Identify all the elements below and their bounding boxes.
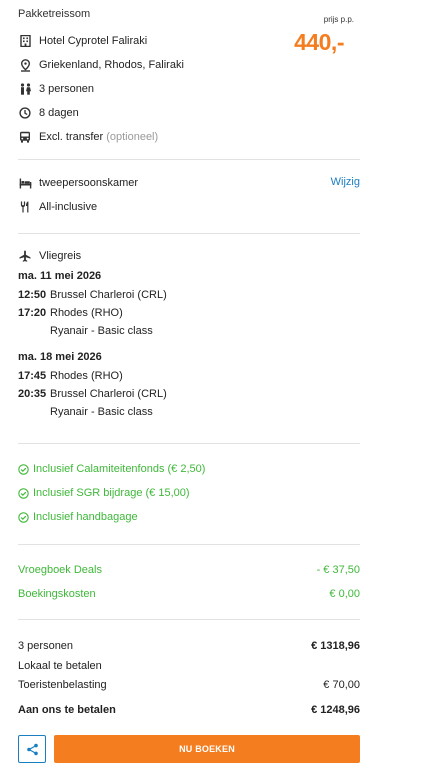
return-departure-time: 17:45	[18, 370, 47, 382]
transfer-row: Excl. transfer (optioneel)	[18, 130, 158, 144]
booking-fee-row: Boekingskosten € 0,00	[18, 588, 360, 600]
return-arrival-time: 20:35	[18, 388, 47, 400]
inclusion-text: Inclusief handbagage	[33, 511, 138, 523]
return-arrival: 20:35 Brussel Charleroi (CRL)	[18, 388, 167, 400]
outbound-arrival-time: 17:20	[18, 307, 47, 319]
location-row: Griekenland, Rhodos, Faliraki	[18, 58, 184, 72]
inclusion-text: Inclusief SGR bijdrage (€ 15,00)	[33, 487, 190, 499]
cutlery-icon	[18, 200, 32, 214]
clock-icon	[18, 106, 32, 120]
outbound-departure-time: 12:50	[18, 289, 47, 301]
package-title: Pakketreissom	[18, 8, 91, 20]
outbound-carrier: Ryanair - Basic class	[50, 325, 153, 337]
price-value: 440,-	[294, 29, 344, 55]
local-pay-label: Lokaal te betalen	[18, 660, 102, 672]
share-icon	[26, 743, 39, 756]
tourist-tax-label: Toeristenbelasting	[18, 679, 107, 691]
outbound-arrival-airport: Rhodes (RHO)	[50, 307, 123, 319]
discount-value: - € 37,50	[316, 564, 360, 576]
persons-count: 3 personen	[39, 83, 95, 95]
divider	[18, 443, 360, 444]
persons-total-value: € 1318,96	[311, 640, 360, 652]
airplane-icon	[18, 249, 32, 263]
persons-total-row: 3 personen € 1318,96	[18, 640, 360, 652]
price-per-person-label: prijs p.p.	[323, 15, 354, 24]
hotel-name: Hotel Cyprotel Faliraki	[39, 35, 148, 47]
check-circle-icon	[18, 511, 29, 523]
hotel-row: Hotel Cyprotel Faliraki	[18, 34, 147, 48]
change-room-link[interactable]: Wijzig	[331, 176, 360, 188]
pay-to-us-label: Aan ons te betalen	[18, 704, 116, 716]
pay-to-us-row: Aan ons te betalen € 1248,96	[18, 704, 360, 716]
return-date: ma. 18 mei 2026	[18, 351, 102, 363]
tourist-tax-value: € 70,00	[323, 679, 360, 691]
flight-title-row: Vliegreis	[18, 249, 81, 263]
return-carrier: Ryanair - Basic class	[50, 406, 153, 418]
outbound-departure: 12:50 Brussel Charleroi (CRL)	[18, 289, 167, 301]
board-type: All-inclusive	[39, 201, 98, 213]
room-row: tweepersoonskamer	[18, 176, 138, 190]
transfer-optional: (optioneel)	[106, 131, 159, 143]
inclusion-text: Inclusief Calamiteitenfonds (€ 2,50)	[33, 463, 206, 475]
check-circle-icon	[18, 487, 29, 499]
outbound-date: ma. 11 mei 2026	[18, 270, 102, 282]
discount-row: Vroegboek Deals - € 37,50	[18, 564, 360, 576]
inclusion-item: Inclusief SGR bijdrage (€ 15,00)	[18, 487, 190, 499]
inclusion-item: Inclusief handbagage	[18, 511, 138, 523]
booking-fee-value: € 0,00	[329, 588, 360, 600]
local-pay-row: Lokaal te betalen	[18, 660, 360, 672]
location-pin-icon	[18, 58, 32, 72]
share-button[interactable]	[18, 735, 46, 763]
return-arrival-airport: Brussel Charleroi (CRL)	[50, 388, 167, 400]
transfer-text: Excl. transfer	[39, 131, 104, 143]
discount-label: Vroegboek Deals	[18, 564, 102, 576]
people-icon	[18, 82, 32, 96]
bed-icon	[18, 176, 32, 190]
return-departure-airport: Rhodes (RHO)	[50, 370, 123, 382]
persons-row: 3 personen	[18, 82, 94, 96]
return-departure: 17:45 Rhodes (RHO)	[18, 370, 123, 382]
divider	[18, 619, 360, 620]
destination: Griekenland, Rhodos, Faliraki	[39, 59, 184, 71]
duration: 8 dagen	[39, 107, 79, 119]
book-now-button[interactable]: NU BOEKEN	[54, 735, 360, 763]
building-icon	[18, 34, 32, 48]
bus-icon	[18, 130, 32, 144]
tourist-tax-row: Toeristenbelasting € 70,00	[18, 679, 360, 691]
divider	[18, 233, 360, 234]
duration-row: 8 dagen	[18, 106, 79, 120]
divider	[18, 544, 360, 545]
outbound-arrival: 17:20 Rhodes (RHO)	[18, 307, 123, 319]
outbound-departure-airport: Brussel Charleroi (CRL)	[50, 289, 167, 301]
persons-total-label: 3 personen	[18, 640, 74, 652]
room-type: tweepersoonskamer	[39, 177, 139, 189]
flight-title: Vliegreis	[39, 250, 82, 262]
board-row: All-inclusive	[18, 200, 97, 214]
inclusion-item: Inclusief Calamiteitenfonds (€ 2,50)	[18, 463, 205, 475]
check-circle-icon	[18, 463, 29, 475]
booking-fee-label: Boekingskosten	[18, 588, 96, 600]
pay-to-us-value: € 1248,96	[311, 704, 360, 716]
divider	[18, 159, 360, 160]
